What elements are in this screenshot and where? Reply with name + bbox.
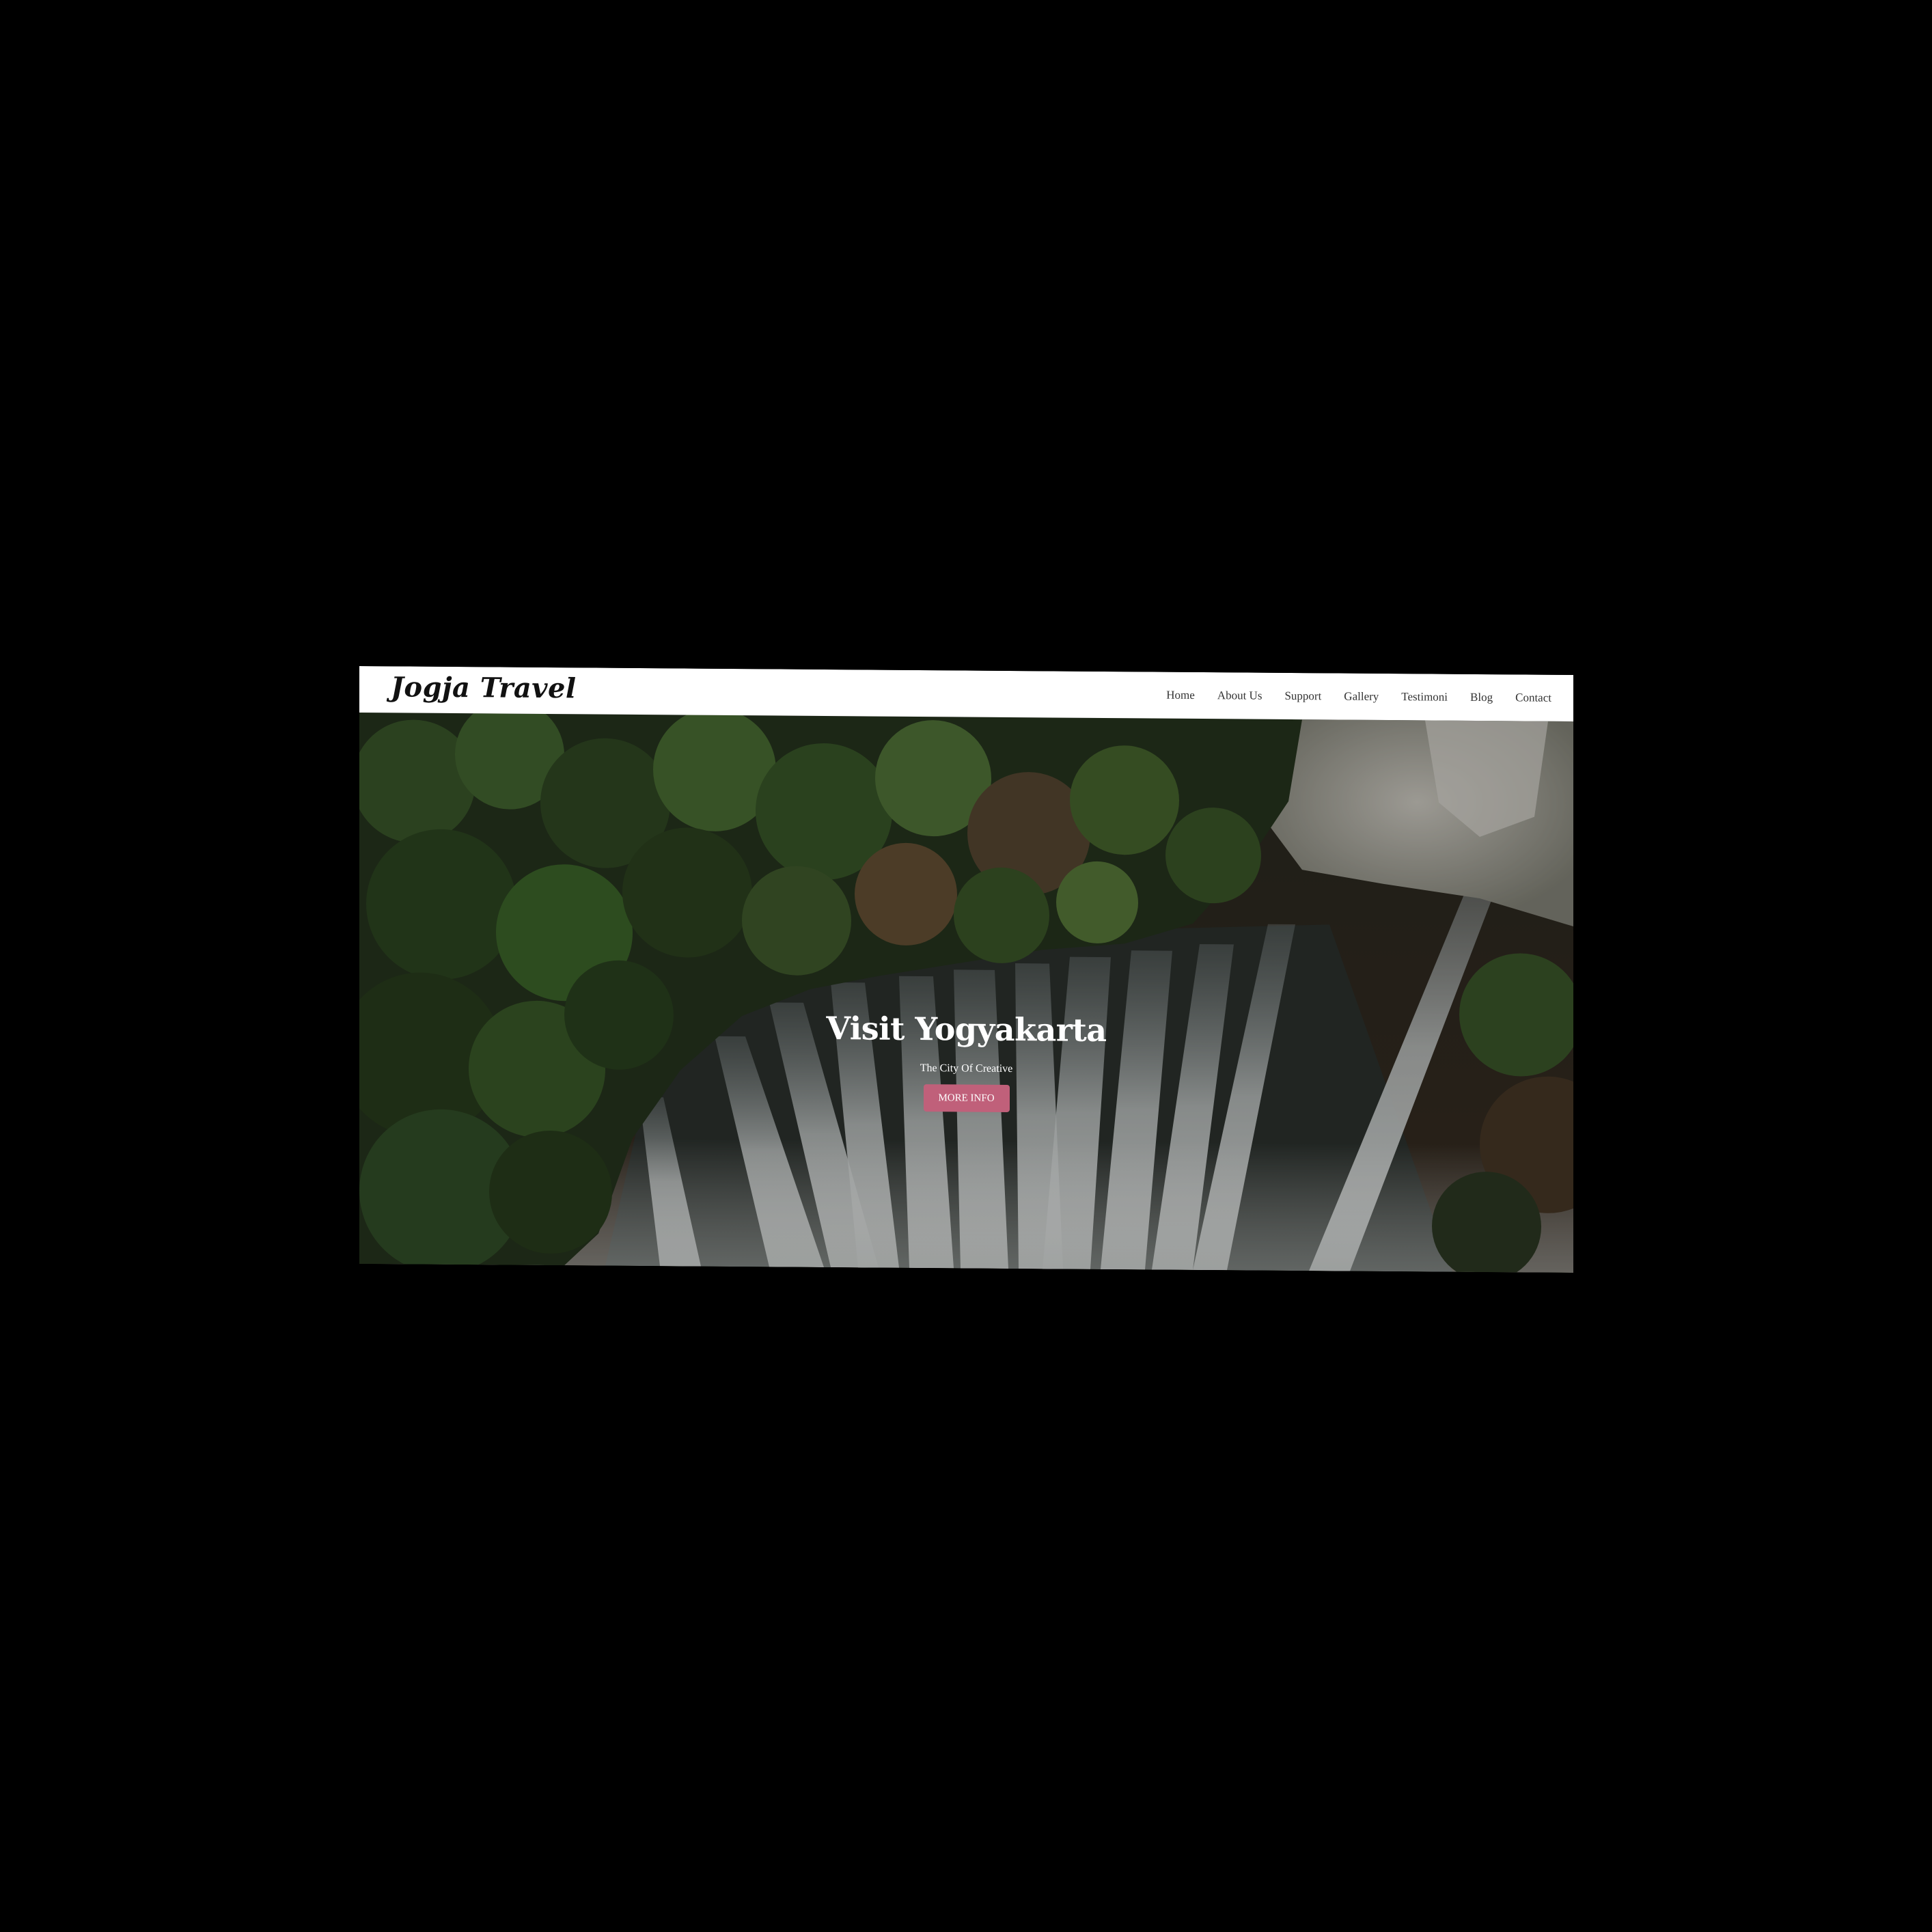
website-window: Jogja Travel Home About Us Support Galle… <box>359 666 1573 1273</box>
nav-link-support[interactable]: Support <box>1284 689 1321 703</box>
nav-link-blog[interactable]: Blog <box>1470 691 1493 704</box>
navbar: Jogja Travel Home About Us Support Galle… <box>359 666 1573 722</box>
hero-dark-overlay <box>359 713 1573 1273</box>
nav-link-home[interactable]: Home <box>1166 689 1195 702</box>
hero-subtitle: The City Of Creative <box>920 1062 1013 1075</box>
nav-link-about-us[interactable]: About Us <box>1217 689 1262 702</box>
screen-background: Jogja Travel Home About Us Support Galle… <box>0 0 1932 1932</box>
brand-logo[interactable]: Jogja Travel <box>391 671 577 704</box>
hero-content: Visit Yogyakarta The City Of Creative MO… <box>359 1006 1573 1116</box>
nav-menu: Home About Us Support Gallery Testimoni … <box>1166 689 1551 705</box>
hero-title: Visit Yogyakarta <box>826 1010 1107 1049</box>
nav-link-testimoni[interactable]: Testimoni <box>1401 690 1448 704</box>
nav-link-contact[interactable]: Contact <box>1515 691 1551 704</box>
more-info-button[interactable]: MORE INFO <box>923 1084 1010 1112</box>
hero-section: Visit Yogyakarta The City Of Creative MO… <box>359 713 1573 1273</box>
nav-link-gallery[interactable]: Gallery <box>1344 690 1379 704</box>
